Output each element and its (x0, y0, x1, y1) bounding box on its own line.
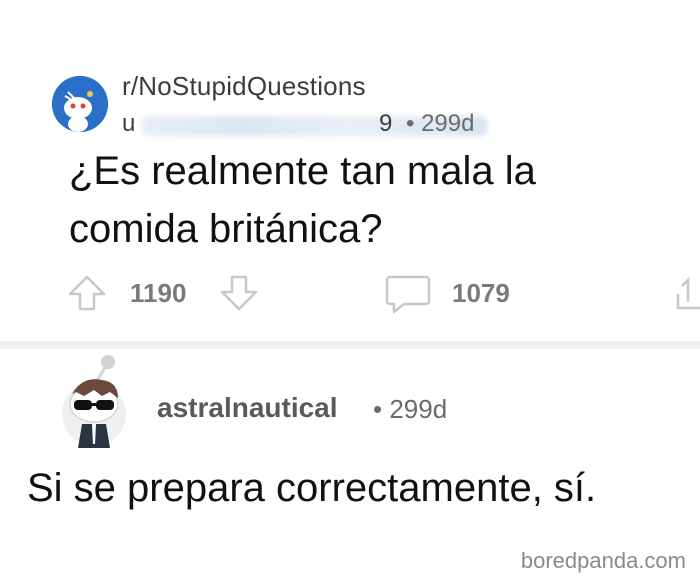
upvote-count: 1190 (130, 278, 187, 308)
upvote-icon[interactable] (66, 274, 108, 312)
post-title[interactable]: ¿Es realmente tan mala la comida británi… (69, 142, 669, 258)
subreddit-link[interactable]: r/NoStupidQuestions (122, 71, 366, 102)
divider (0, 341, 700, 349)
post-author-row: u 9 • 299d (122, 107, 522, 139)
post-timestamp: • 299d (406, 110, 475, 137)
watermark: boredpanda.com (520, 548, 686, 573)
comment-timestamp: • 299d (373, 394, 448, 424)
subreddit-avatar-icon[interactable] (52, 76, 108, 132)
post-author-suffix[interactable]: 9 (379, 110, 392, 138)
post-title-line: comida británica? (69, 207, 383, 251)
post-title-line: ¿Es realmente tan mala la (69, 149, 536, 193)
comment-author[interactable]: astralnautical (157, 392, 338, 424)
downvote-icon[interactable] (218, 274, 260, 312)
comment-icon[interactable] (384, 273, 432, 315)
post-author-prefix[interactable]: u (122, 110, 135, 138)
share-icon[interactable] (672, 272, 700, 314)
comment-body: Si se prepara correctamente, sí. (27, 466, 597, 510)
user-avatar-icon[interactable] (52, 352, 136, 448)
comment-count: 1079 (452, 278, 510, 308)
